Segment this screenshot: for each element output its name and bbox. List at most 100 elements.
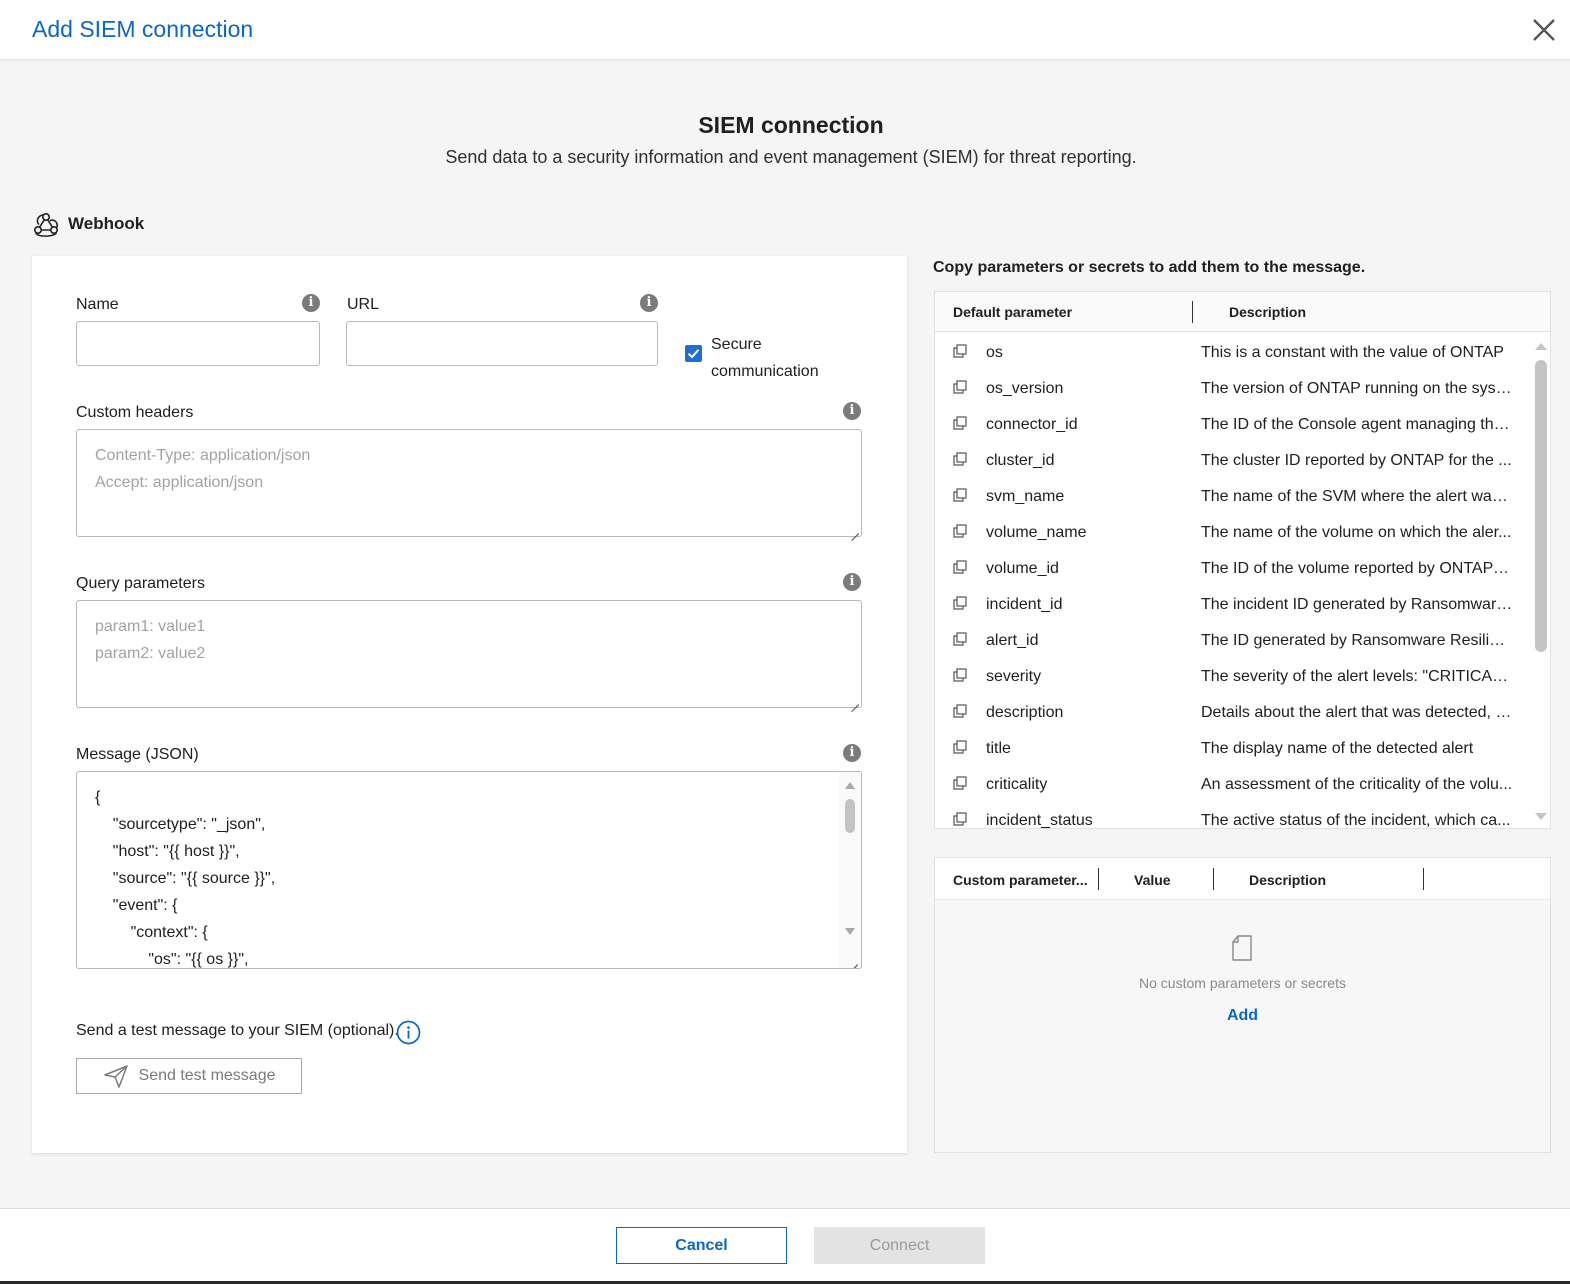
parameter-name: severity bbox=[986, 668, 1042, 685]
parameter-name: title bbox=[986, 740, 1011, 757]
query-params-textarea[interactable]: param1: value1 param2: value2 bbox=[76, 600, 862, 708]
table-header: Custom parameter... Value Description bbox=[935, 858, 1550, 900]
table-row: title The display name of the detected al… bbox=[935, 730, 1530, 766]
webhook-form-card: Name i URL i Secure communication Custom… bbox=[32, 256, 907, 1153]
copy-icon[interactable] bbox=[953, 344, 967, 358]
parameter-name: alert_id bbox=[986, 632, 1039, 649]
scroll-up-icon[interactable] bbox=[1535, 343, 1547, 350]
message-json-content: { "sourcetype": "_json", "host": "{{ hos… bbox=[95, 789, 276, 968]
connect-button[interactable]: Connect bbox=[814, 1227, 985, 1264]
table-row: incident_status The active status of the … bbox=[935, 802, 1530, 829]
parameter-description: The name of the volume on which the aler… bbox=[1201, 524, 1512, 541]
scroll-thumb[interactable] bbox=[1535, 360, 1547, 652]
col-description[interactable]: Description bbox=[1249, 872, 1326, 888]
table-row: os_version The version of ONTAP running o… bbox=[935, 370, 1530, 406]
message-json-textarea[interactable]: { "sourcetype": "_json", "host": "{{ hos… bbox=[76, 771, 862, 969]
parameter-description: The name of the SVM where the alert was … bbox=[1201, 488, 1513, 505]
scroll-down-icon[interactable] bbox=[845, 928, 855, 935]
copy-icon[interactable] bbox=[953, 812, 967, 826]
parameter-description: This is a constant with the value of ONT… bbox=[1201, 344, 1504, 361]
page-title: SIEM connection bbox=[698, 112, 884, 138]
copy-icon[interactable] bbox=[953, 416, 967, 430]
copy-icon[interactable] bbox=[953, 380, 967, 394]
copy-icon[interactable] bbox=[953, 668, 967, 682]
secure-communication-checkbox[interactable] bbox=[685, 345, 702, 362]
parameter-name: volume_id bbox=[986, 560, 1059, 577]
parameter-description: The severity of the alert levels: "CRITI… bbox=[1201, 668, 1513, 685]
custom-headers-info-icon[interactable]: i bbox=[843, 402, 861, 420]
column-divider[interactable] bbox=[1213, 868, 1214, 890]
copy-icon[interactable] bbox=[953, 632, 967, 646]
parameter-name: criticality bbox=[986, 776, 1048, 793]
scroll-down-icon[interactable] bbox=[1535, 813, 1547, 820]
parameter-name: volume_name bbox=[986, 524, 1087, 541]
webhook-section-label: Webhook bbox=[32, 210, 144, 238]
copy-icon[interactable] bbox=[953, 524, 967, 538]
copy-icon[interactable] bbox=[953, 776, 967, 790]
checkmark-icon bbox=[687, 349, 700, 359]
table-row: volume_name The name of the volume on whi… bbox=[935, 514, 1530, 550]
parameter-description: The ID generated by Ransomware Resilien.… bbox=[1201, 632, 1513, 649]
webhook-icon bbox=[33, 212, 58, 237]
copy-icon[interactable] bbox=[953, 488, 967, 502]
copy-icon[interactable] bbox=[953, 740, 967, 754]
dialog-header: Add SIEM connection bbox=[0, 0, 1570, 60]
parameter-name: os bbox=[986, 344, 1003, 361]
copy-icon[interactable] bbox=[953, 596, 967, 610]
url-label: URL bbox=[347, 296, 380, 313]
table-row: description Details about the alert that … bbox=[935, 694, 1530, 730]
scroll-thumb[interactable] bbox=[845, 799, 855, 833]
column-divider[interactable] bbox=[1098, 868, 1099, 890]
message-json-info-icon[interactable]: i bbox=[843, 744, 861, 762]
message-json-label: Message (JSON) bbox=[76, 746, 199, 763]
copy-icon[interactable] bbox=[953, 452, 967, 466]
column-divider[interactable] bbox=[1423, 868, 1424, 890]
col-custom-parameter[interactable]: Custom parameter... bbox=[953, 872, 1088, 888]
name-info-icon[interactable]: i bbox=[302, 294, 320, 312]
name-label: Name bbox=[76, 296, 119, 313]
query-params-info-icon[interactable]: i bbox=[843, 573, 861, 591]
parameter-description: The ID of the volume reported by ONTAP f… bbox=[1201, 560, 1513, 577]
resize-handle-icon[interactable] bbox=[848, 523, 860, 535]
test-info-icon[interactable] bbox=[396, 1020, 421, 1045]
test-message-text: Send a test message to your SIEM (option… bbox=[76, 1022, 399, 1039]
dialog-title: Add SIEM connection bbox=[32, 16, 254, 42]
column-divider[interactable] bbox=[1192, 301, 1193, 323]
copy-icon[interactable] bbox=[953, 560, 967, 574]
col-default-parameter[interactable]: Default parameter bbox=[953, 304, 1072, 320]
parameter-name: cluster_id bbox=[986, 452, 1055, 469]
parameter-description: The cluster ID reported by ONTAP for the… bbox=[1201, 452, 1512, 469]
close-icon[interactable] bbox=[1531, 17, 1557, 43]
empty-state-text: No custom parameters or secrets bbox=[1139, 975, 1346, 991]
scroll-up-icon[interactable] bbox=[845, 782, 855, 789]
table-row: volume_id The ID of the volume reported b… bbox=[935, 550, 1530, 586]
parameter-name: svm_name bbox=[986, 488, 1065, 505]
parameter-description: The incident ID generated by Ransomware.… bbox=[1201, 596, 1513, 613]
parameter-description: The display name of the detected alert bbox=[1201, 740, 1474, 757]
copy-icon[interactable] bbox=[953, 704, 967, 718]
params-scrollbar[interactable] bbox=[1531, 333, 1550, 828]
table-row: incident_id The incident ID generated by … bbox=[935, 586, 1530, 622]
parameter-name: description bbox=[986, 704, 1064, 721]
cancel-button[interactable]: Cancel bbox=[616, 1227, 787, 1264]
add-custom-parameter-link[interactable]: Add bbox=[935, 1007, 1550, 1025]
url-input[interactable] bbox=[346, 321, 658, 366]
resize-handle-icon[interactable] bbox=[848, 694, 860, 706]
col-description[interactable]: Description bbox=[1229, 304, 1306, 320]
name-input[interactable] bbox=[76, 321, 320, 366]
message-scrollbar[interactable] bbox=[839, 772, 861, 968]
table-row: os This is a constant with the value of O… bbox=[935, 334, 1530, 370]
dialog-footer: Cancel Connect bbox=[0, 1208, 1570, 1284]
resize-handle-icon[interactable] bbox=[847, 954, 859, 966]
custom-headers-label: Custom headers bbox=[76, 404, 194, 421]
url-info-icon[interactable]: i bbox=[640, 294, 658, 312]
parameter-description: The active status of the incident, which… bbox=[1201, 812, 1511, 829]
table-row: svm_name The name of the SVM where the al… bbox=[935, 478, 1530, 514]
table-header: Default parameter Description bbox=[935, 292, 1550, 332]
table-row: cluster_id The cluster ID reported by ONT… bbox=[935, 442, 1530, 478]
parameter-description: An assessment of the criticality of the … bbox=[1201, 776, 1513, 793]
custom-headers-textarea[interactable]: Content-Type: application/json Accept: a… bbox=[76, 429, 862, 537]
send-test-message-button[interactable]: Send test message bbox=[76, 1058, 302, 1094]
empty-document-icon bbox=[1232, 935, 1252, 961]
col-value[interactable]: Value bbox=[1134, 872, 1171, 888]
